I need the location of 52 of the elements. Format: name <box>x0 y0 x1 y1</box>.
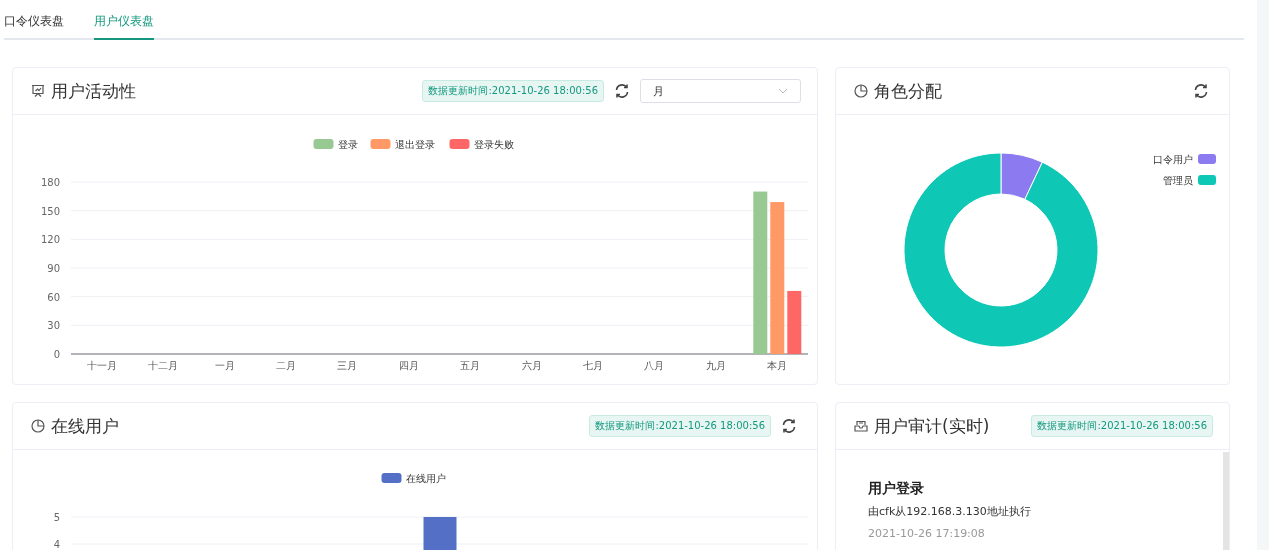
legend-swatch <box>1198 154 1216 164</box>
refresh-icon[interactable] <box>781 418 797 434</box>
x-tick-label: 八月 <box>644 360 665 371</box>
bar <box>787 290 802 354</box>
x-tick-label: 七月 <box>583 360 604 371</box>
y-tick-label: 4 <box>53 539 60 550</box>
update-time-tag: 数据更新时间:2021-10-26 18:00:56 <box>589 415 771 437</box>
card-title: 用户活动性 <box>51 79 136 103</box>
y-tick-label: 90 <box>47 263 60 274</box>
bar <box>423 517 457 550</box>
legend-label: 退出登录 <box>394 139 435 150</box>
legend-label: 登录 <box>337 139 358 150</box>
refresh-icon[interactable] <box>614 83 630 99</box>
legend-label: 在线用户 <box>405 473 446 484</box>
chevron-down-icon <box>778 88 788 94</box>
y-tick-label: 30 <box>47 320 60 332</box>
x-tick-label: 九月 <box>705 360 726 371</box>
update-time-tag: 数据更新时间:2021-10-26 18:00:56 <box>422 80 604 102</box>
audit-entry-title: 用户登录 <box>868 480 925 498</box>
pie-chart-icon <box>854 84 868 98</box>
x-tick-label: 四月 <box>398 360 419 371</box>
presentation-board-icon <box>31 84 45 98</box>
legend-swatch <box>1198 175 1216 185</box>
legend-label: 登录失败 <box>473 139 514 150</box>
period-select[interactable]: 月 <box>640 79 801 103</box>
y-tick-label: 150 <box>40 205 60 217</box>
x-tick-label: 五月 <box>460 360 481 371</box>
legend-label: 口令用户 <box>1153 154 1193 165</box>
x-tick-label: 十一月 <box>86 360 117 371</box>
update-time-tag: 数据更新时间:2021-10-26 18:00:56 <box>1031 415 1213 437</box>
card-title: 角色分配 <box>874 79 942 103</box>
audit-entry-time: 2021-10-26 17:19:08 <box>868 527 986 540</box>
refresh-icon[interactable] <box>1193 83 1209 99</box>
legend-label: 管理员 <box>1163 175 1193 186</box>
pie-chart-icon <box>31 419 45 433</box>
tab[interactable]: 用户仪表盘 <box>94 13 154 40</box>
card-title: 用户审计(实时) <box>874 414 990 438</box>
y-tick-label: 60 <box>47 291 60 303</box>
y-tick-label: 180 <box>40 177 60 188</box>
x-tick-label: 一月 <box>214 360 235 371</box>
x-tick-label: 十二月 <box>148 360 179 371</box>
x-tick-label: 二月 <box>275 360 296 371</box>
y-tick-label: 120 <box>40 234 60 246</box>
y-tick-label: 0 <box>53 349 60 360</box>
y-tick-label: 5 <box>53 512 60 523</box>
x-tick-label: 六月 <box>521 360 542 371</box>
inbox-icon <box>854 419 868 433</box>
card-title: 在线用户 <box>51 414 119 438</box>
x-tick-label: 本月 <box>767 360 788 371</box>
tab[interactable]: 口令仪表盘 <box>4 13 64 40</box>
audit-entry-detail: 由cfk从192.168.3.130地址执行 <box>868 504 1032 519</box>
x-tick-label: 三月 <box>337 360 358 371</box>
